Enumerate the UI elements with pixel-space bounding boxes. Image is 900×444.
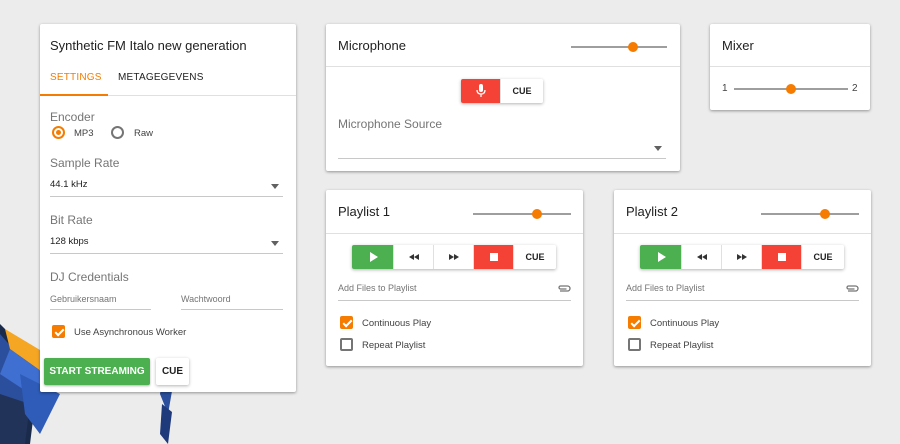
- mixer-left-label: 1: [722, 83, 728, 94]
- slider-thumb[interactable]: [531, 209, 542, 219]
- play-icon: [657, 252, 666, 262]
- microphone-button-group: CUE: [461, 79, 543, 103]
- username-field[interactable]: Gebruikersnaam: [50, 294, 151, 310]
- playlist-2-cue-button[interactable]: CUE: [802, 245, 844, 269]
- playlist-1-volume-slider[interactable]: [473, 209, 571, 219]
- chevron-down-icon: [271, 241, 279, 246]
- encoder-raw-label: Raw: [134, 128, 154, 139]
- playlist-1-controls: CUE: [352, 245, 556, 269]
- divider: [614, 233, 871, 234]
- playlist-2-volume-slider[interactable]: [761, 209, 859, 219]
- previous-button[interactable]: [394, 245, 434, 269]
- mixer-right-label: 2: [852, 83, 858, 94]
- microphone-volume-slider[interactable]: [571, 42, 667, 52]
- divider: [710, 66, 870, 67]
- fast-forward-icon: [736, 254, 747, 260]
- sample-rate-label: Sample Rate: [50, 156, 120, 170]
- active-tab-indicator: [40, 94, 108, 96]
- add-files-field[interactable]: Add Files to Playlist: [338, 283, 571, 301]
- continuous-play-label: Continuous Play: [362, 318, 432, 329]
- play-button[interactable]: [640, 245, 682, 269]
- continuous-play-checkbox[interactable]: [340, 316, 353, 329]
- divider: [326, 66, 680, 67]
- bit-rate-value: 128 kbps: [50, 236, 89, 247]
- encoder-mp3-label: MP3: [74, 128, 94, 139]
- stop-icon: [777, 253, 786, 261]
- mic-icon: [475, 84, 486, 97]
- playlist-1-cue-button[interactable]: CUE: [514, 245, 556, 269]
- stop-button[interactable]: [474, 245, 514, 269]
- stop-button[interactable]: [762, 245, 802, 269]
- playlist-1-card: Playlist 1 CUE Add Files to Playlist Con…: [326, 190, 583, 366]
- play-button[interactable]: [352, 245, 394, 269]
- repeat-playlist-checkbox[interactable]: [628, 338, 641, 351]
- playlist-2-card: Playlist 2 CUE Add Files to Playlist Con…: [614, 190, 871, 366]
- mixer-title: Mixer: [722, 38, 754, 53]
- playlist-2-controls: CUE: [640, 245, 844, 269]
- encoder-label: Encoder: [50, 110, 95, 124]
- add-files-placeholder: Add Files to Playlist: [626, 283, 705, 293]
- repeat-playlist-checkbox[interactable]: [340, 338, 353, 351]
- microphone-title: Microphone: [338, 38, 406, 53]
- fast-rewind-icon: [408, 254, 419, 260]
- async-worker-label: Use Asynchronous Worker: [74, 327, 187, 338]
- repeat-playlist-label: Repeat Playlist: [650, 340, 714, 351]
- slider-track: [761, 213, 859, 215]
- chevron-down-icon: [654, 146, 662, 151]
- microphone-source-label: Microphone Source: [338, 117, 443, 131]
- tab-settings[interactable]: SETTINGS: [50, 72, 102, 83]
- async-worker-checkbox[interactable]: [52, 325, 65, 338]
- add-files-field[interactable]: Add Files to Playlist: [626, 283, 859, 301]
- slider-track: [571, 46, 667, 48]
- slider-track: [473, 213, 571, 215]
- divider: [326, 233, 583, 234]
- slider-thumb[interactable]: [786, 84, 796, 94]
- station-title: Synthetic FM Italo new generation: [50, 38, 247, 53]
- continuous-play-checkbox[interactable]: [628, 316, 641, 329]
- play-icon: [369, 252, 378, 262]
- encoder-mp3-radio[interactable]: [52, 126, 65, 139]
- paperclip-icon[interactable]: [845, 284, 859, 293]
- slider-thumb[interactable]: [819, 209, 830, 219]
- start-streaming-button[interactable]: START STREAMING: [44, 358, 150, 385]
- repeat-playlist-label: Repeat Playlist: [362, 340, 426, 351]
- dj-credentials-label: DJ Credentials: [50, 270, 129, 284]
- password-field[interactable]: Wachtwoord: [181, 294, 283, 310]
- mixer-card: Mixer 1 2: [710, 24, 870, 110]
- microphone-card: Microphone CUE Microphone Source: [326, 24, 680, 171]
- bit-rate-label: Bit Rate: [50, 213, 93, 227]
- paperclip-icon[interactable]: [557, 284, 571, 293]
- tab-metadata[interactable]: METAGEGEVENS: [118, 72, 204, 83]
- fast-rewind-icon: [696, 254, 707, 260]
- add-files-placeholder: Add Files to Playlist: [338, 283, 417, 293]
- chevron-down-icon: [271, 184, 279, 189]
- settings-tabs: SETTINGS METAGEGEVENS: [40, 66, 296, 96]
- playlist-1-title: Playlist 1: [338, 204, 391, 219]
- playlist-2-title: Playlist 2: [626, 204, 679, 219]
- sample-rate-select[interactable]: 44.1 kHz: [50, 175, 283, 197]
- password-placeholder: Wachtwoord: [181, 294, 231, 304]
- encoder-raw-radio[interactable]: [111, 126, 124, 139]
- next-button[interactable]: [722, 245, 762, 269]
- fast-forward-icon: [448, 254, 459, 260]
- microphone-source-select[interactable]: [338, 137, 666, 159]
- sample-rate-value: 44.1 kHz: [50, 179, 88, 190]
- mic-cue-button[interactable]: CUE: [501, 79, 543, 103]
- mic-toggle-button[interactable]: [461, 79, 501, 103]
- slider-thumb[interactable]: [628, 42, 639, 52]
- streaming-settings-card: Synthetic FM Italo new generation SETTIN…: [40, 24, 296, 392]
- bit-rate-select[interactable]: 128 kbps: [50, 232, 283, 254]
- crossfader-slider[interactable]: [734, 84, 848, 94]
- next-button[interactable]: [434, 245, 474, 269]
- continuous-play-label: Continuous Play: [650, 318, 720, 329]
- username-placeholder: Gebruikersnaam: [50, 294, 117, 304]
- stop-icon: [489, 253, 498, 261]
- previous-button[interactable]: [682, 245, 722, 269]
- stream-cue-button[interactable]: CUE: [156, 358, 189, 385]
